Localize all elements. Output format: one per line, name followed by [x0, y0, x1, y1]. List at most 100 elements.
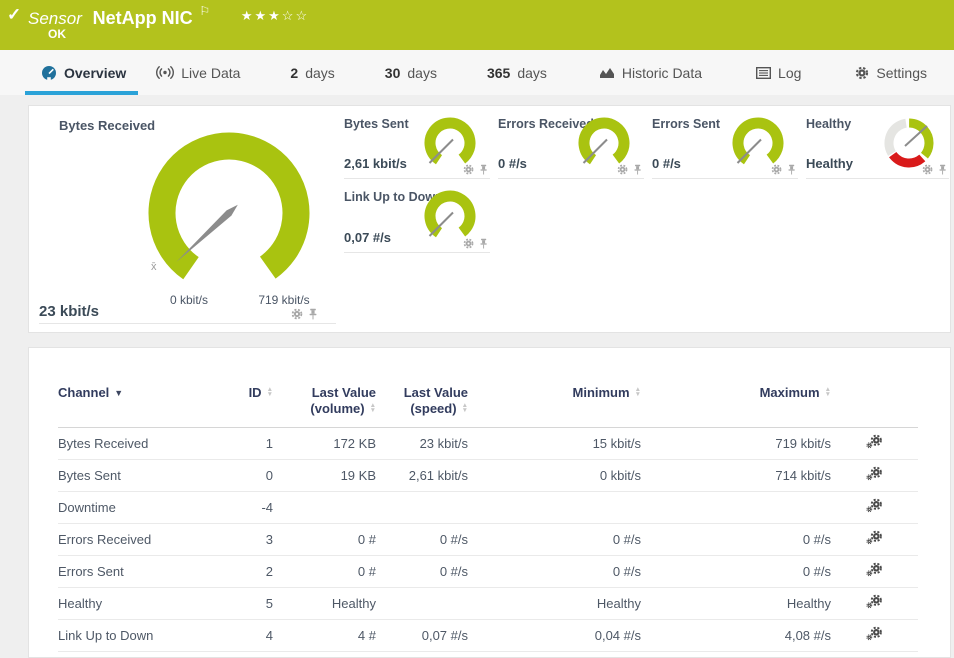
gauge-title: Bytes Sent [344, 117, 409, 131]
gauge-max-label: 719 kbit/s [249, 293, 319, 307]
gauge-min-label: 0 kbit/s [154, 293, 224, 307]
channel-name: Errors Received [58, 524, 218, 556]
column-header-minimum[interactable]: Minimum▲▼ [468, 376, 641, 428]
tab-365-days[interactable]: 365 days [487, 50, 547, 95]
last-value-speed: 2,61 kbit/s [376, 460, 468, 492]
table-row[interactable]: Errors Received 3 0 # 0 #/s 0 #/s 0 #/s [58, 524, 918, 556]
table-row[interactable]: Healthy 5 Healthy Healthy Healthy [58, 588, 918, 620]
channel-id: 0 [218, 460, 273, 492]
column-header-channel[interactable]: Channel▼ [58, 376, 218, 428]
tab-30-days[interactable]: 30 days [385, 50, 437, 95]
gear-icon[interactable] [463, 238, 474, 249]
channel-id: 2 [218, 556, 273, 588]
channel-settings-icon[interactable] [866, 466, 883, 485]
gear-icon[interactable] [771, 164, 782, 175]
maximum-value: 0 #/s [641, 524, 831, 556]
table-row[interactable]: Downtime -4 [58, 492, 918, 524]
channel-id: -4 [218, 492, 273, 524]
gear-icon[interactable] [463, 164, 474, 175]
minimum-value: 0 kbit/s [468, 460, 641, 492]
sort-icon: ▲▼ [635, 387, 641, 398]
divider [344, 178, 490, 179]
column-label: Last Value [404, 385, 468, 400]
tab-value: 2 [290, 65, 298, 81]
channel-settings-icon[interactable] [866, 530, 883, 549]
gear-icon[interactable] [922, 164, 933, 175]
column-header-maximum[interactable]: Maximum▲▼ [641, 376, 831, 428]
gauge-value: 0 #/s [498, 156, 527, 171]
channel-name: Link Up to Down [58, 620, 218, 652]
channel-settings-icon[interactable] [866, 562, 883, 581]
channel-settings-icon[interactable] [866, 594, 883, 613]
gauge-tools [463, 164, 488, 175]
channel-table-panel: Channel▼ ID▲▼ Last Value (volume)▲▼ Last… [28, 347, 951, 658]
gauge-tools [922, 164, 947, 175]
sort-desc-icon: ▼ [114, 385, 123, 401]
last-value-speed: 0 #/s [376, 556, 468, 588]
pin-icon[interactable] [479, 238, 488, 249]
sort-icon: ▲▼ [267, 387, 273, 398]
table-row[interactable]: Bytes Received 1 172 KB 23 kbit/s 15 kbi… [58, 428, 918, 460]
column-label: (speed) [410, 401, 456, 416]
gauge-tools [771, 164, 796, 175]
table-row[interactable]: Bytes Sent 0 19 KB 2,61 kbit/s 0 kbit/s … [58, 460, 918, 492]
gauge-value: Healthy [806, 156, 853, 171]
pin-icon[interactable] [938, 164, 947, 175]
tab-overview[interactable]: Overview [25, 50, 138, 95]
tab-historic-data[interactable]: Historic Data [599, 50, 702, 95]
gauge-cell-link-up-to-down: Link Up to Down 0,07 #/s [344, 186, 490, 253]
maximum-value: 714 kbit/s [641, 460, 831, 492]
divider [344, 252, 490, 253]
minimum-value: 0,04 #/s [468, 620, 641, 652]
bytes-received-gauge [144, 128, 314, 298]
channel-settings-icon[interactable] [866, 626, 883, 645]
gauge-title: Bytes Received [59, 118, 155, 133]
minimum-value [468, 492, 641, 524]
channel-settings-icon[interactable] [866, 434, 883, 453]
divider [39, 323, 336, 324]
live-data-icon [156, 65, 174, 80]
gear-icon [855, 66, 869, 80]
tab-2-days[interactable]: 2 days [290, 50, 334, 95]
status-badge: OK [48, 27, 66, 41]
area-chart-icon [599, 66, 615, 79]
tab-log[interactable]: Log [756, 50, 801, 95]
pin-icon[interactable] [633, 164, 642, 175]
pin-icon[interactable] [787, 164, 796, 175]
pin-icon[interactable] [308, 308, 318, 320]
tab-label: Historic Data [622, 65, 702, 81]
priority-stars[interactable]: ★★★☆☆ [241, 8, 309, 23]
gauge-value: 23 kbit/s [39, 303, 99, 320]
gear-icon[interactable] [291, 308, 303, 320]
gear-icon[interactable] [617, 164, 628, 175]
channel-name: Errors Sent [58, 556, 218, 588]
table-row[interactable]: Errors Sent 2 0 # 0 #/s 0 #/s 0 #/s [58, 556, 918, 588]
tab-settings[interactable]: Settings [855, 50, 927, 95]
tab-label: Overview [64, 65, 126, 81]
last-value-speed: 0 #/s [376, 524, 468, 556]
channel-name: Healthy [58, 588, 218, 620]
pin-icon[interactable] [479, 164, 488, 175]
column-header-actions [831, 376, 918, 428]
last-value-volume: 4 # [273, 620, 376, 652]
sensor-title: NetApp NIC [93, 8, 193, 28]
sensor-status-banner: ✓ Sensor NetApp NIC ⚐ ★★★☆☆ OK [0, 0, 954, 50]
channel-settings-icon[interactable] [866, 498, 883, 517]
gauge-title: Healthy [806, 117, 851, 131]
ok-check-icon: ✓ [7, 5, 21, 25]
divider [498, 178, 644, 179]
gauge-cell-errors-sent: Errors Sent 0 #/s [652, 113, 798, 179]
table-row[interactable]: Link Up to Down 4 4 # 0,07 #/s 0,04 #/s … [58, 620, 918, 652]
last-value-speed: 0,07 #/s [376, 620, 468, 652]
last-value-speed: 23 kbit/s [376, 428, 468, 460]
minimum-value: Healthy [468, 588, 641, 620]
last-value-volume: 172 KB [273, 428, 376, 460]
gauge-cell-bytes-sent: Bytes Sent 2,61 kbit/s [344, 113, 490, 179]
tab-live-data[interactable]: Live Data [156, 50, 240, 95]
column-header-last-value-speed[interactable]: Last Value (speed)▲▼ [376, 376, 468, 428]
column-header-last-value-volume[interactable]: Last Value (volume)▲▼ [273, 376, 376, 428]
flag-icon[interactable]: ⚐ [199, 4, 210, 18]
column-header-id[interactable]: ID▲▼ [218, 376, 273, 428]
maximum-value: 719 kbit/s [641, 428, 831, 460]
tab-value: 365 [487, 65, 510, 81]
